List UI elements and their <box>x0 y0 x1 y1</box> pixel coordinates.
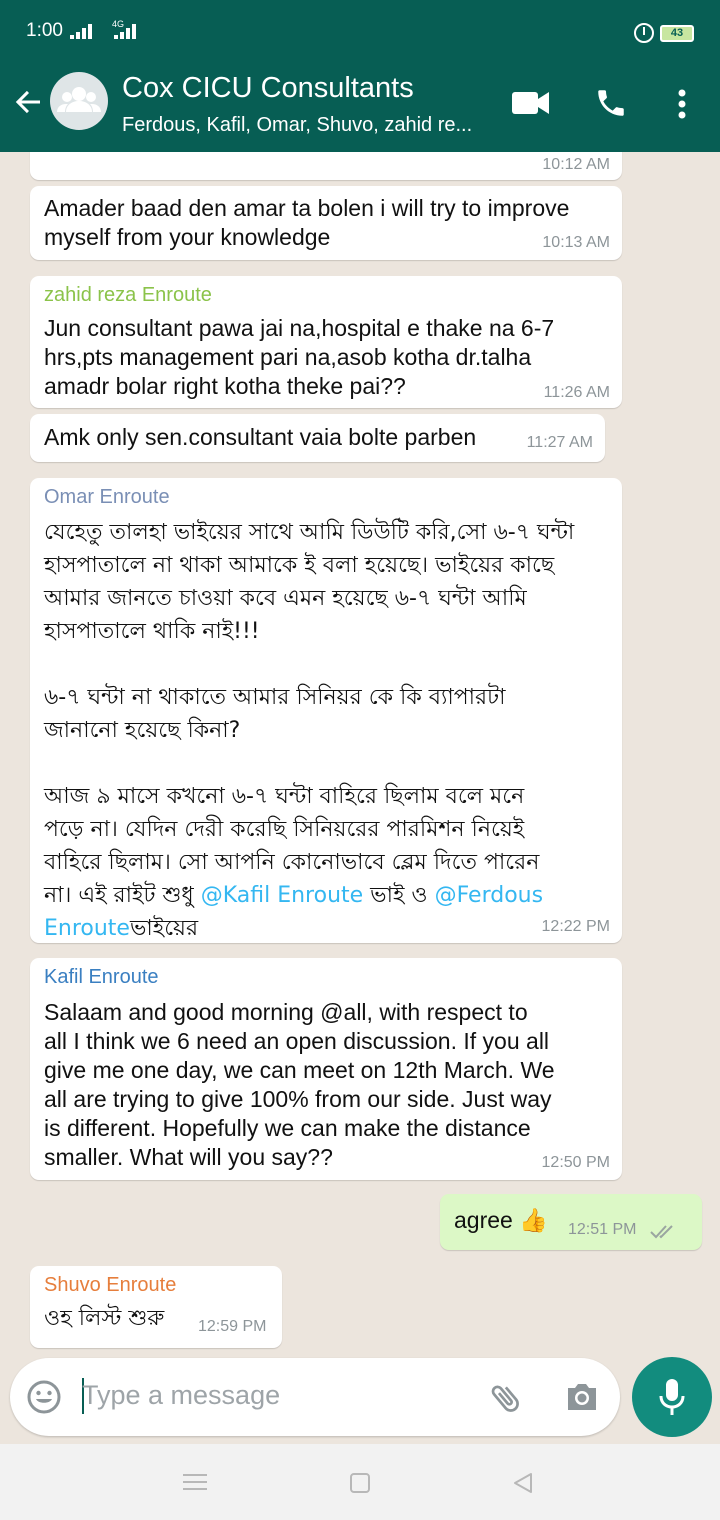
outgoing-message-bubble[interactable]: agree 👍 12:51 PM <box>440 1194 702 1250</box>
double-check-icon <box>650 1225 673 1239</box>
message-text: Salaam and good morning @all, with respe… <box>44 999 555 1170</box>
menu-icon[interactable] <box>183 1472 207 1492</box>
message-text: Jun consultant pawa jai na,hospital e th… <box>44 315 555 399</box>
message-text: agree 👍 <box>454 1207 548 1233</box>
system-nav-bar <box>0 1444 720 1520</box>
chat-members[interactable]: Ferdous, Kafil, Omar, Shuvo, zahid re... <box>122 114 492 137</box>
message-time: 10:12 AM <box>542 156 610 173</box>
voice-call-icon[interactable] <box>594 86 628 120</box>
sender-name[interactable]: Omar Enroute <box>44 486 170 509</box>
chat-header: Cox CICU Consultants Ferdous, Kafil, Oma… <box>0 56 720 152</box>
sender-name[interactable]: zahid reza Enroute <box>44 284 212 307</box>
message-list[interactable]: 10:12 AM Amader baad den amar ta bolen i… <box>0 152 720 1360</box>
message-bubble[interactable]: Kafil Enroute Salaam and good morning @a… <box>30 958 622 1180</box>
signal-icon-2 <box>114 24 136 39</box>
mic-icon <box>659 1379 685 1415</box>
message-bubble[interactable]: zahid reza Enroute Jun consultant pawa j… <box>30 276 622 408</box>
mic-button[interactable] <box>632 1357 712 1437</box>
message-input[interactable]: Type a message <box>82 1380 280 1411</box>
battery-icon: 43 <box>660 25 694 42</box>
message-text-part: ভাইয়ের <box>129 916 199 941</box>
message-time: 12:22 PM <box>541 918 610 935</box>
message-text-part: যেহেতু তালহা ভাইয়ের সাথে আমি ডিউটি করি,… <box>44 520 575 908</box>
message-time: 12:50 PM <box>541 1154 610 1171</box>
back-arrow-icon[interactable] <box>12 86 44 118</box>
sender-name[interactable]: Kafil Enroute <box>44 966 159 989</box>
message-text: যেহেতু তালহা ভাইয়ের সাথে আমি ডিউটি করি,… <box>44 516 574 945</box>
message-time: 12:59 PM <box>198 1318 267 1335</box>
camera-icon[interactable] <box>564 1380 600 1414</box>
group-icon <box>57 87 101 112</box>
home-icon[interactable] <box>349 1472 371 1494</box>
mention-link[interactable]: @Kafil Enroute <box>201 883 363 908</box>
sender-name[interactable]: Shuvo Enroute <box>44 1274 176 1297</box>
chat-title[interactable]: Cox CICU Consultants <box>122 72 414 105</box>
status-bar: 1:00 4G 43 <box>0 0 720 56</box>
status-time: 1:00 <box>26 20 63 41</box>
video-call-icon[interactable] <box>512 90 550 116</box>
message-time: 11:27 AM <box>526 434 593 451</box>
message-bubble[interactable]: Amk only sen.consultant vaia bolte parbe… <box>30 414 605 462</box>
message-composer[interactable]: Type a message <box>10 1358 620 1436</box>
attach-icon[interactable] <box>488 1380 524 1416</box>
message-time: 11:26 AM <box>543 384 610 401</box>
message-bubble[interactable]: Shuvo Enroute ওহ লিস্ট শুরু 12:59 PM <box>30 1266 282 1348</box>
signal-icon <box>70 24 92 39</box>
message-bubble[interactable]: Amader baad den amar ta bolen i will try… <box>30 186 622 260</box>
message-time: 12:51 PM <box>568 1221 637 1238</box>
alarm-icon <box>634 23 654 43</box>
message-bubble[interactable]: Omar Enroute যেহেতু তালহা ভাইয়ের সাথে আ… <box>30 478 622 943</box>
message-text: ওহ লিস্ট শুরু <box>44 1306 165 1331</box>
message-text: Amader baad den amar ta bolen i will try… <box>44 195 570 250</box>
message-text-part: ভাই ও <box>363 883 435 908</box>
back-nav-icon[interactable] <box>512 1472 534 1494</box>
message-text: Amk only sen.consultant vaia bolte parbe… <box>44 424 477 450</box>
message-bubble[interactable]: 10:12 AM <box>30 152 622 180</box>
emoji-icon[interactable] <box>26 1379 62 1415</box>
message-time: 10:13 AM <box>542 234 610 251</box>
group-avatar[interactable] <box>50 72 108 130</box>
more-options-icon[interactable] <box>676 88 688 120</box>
